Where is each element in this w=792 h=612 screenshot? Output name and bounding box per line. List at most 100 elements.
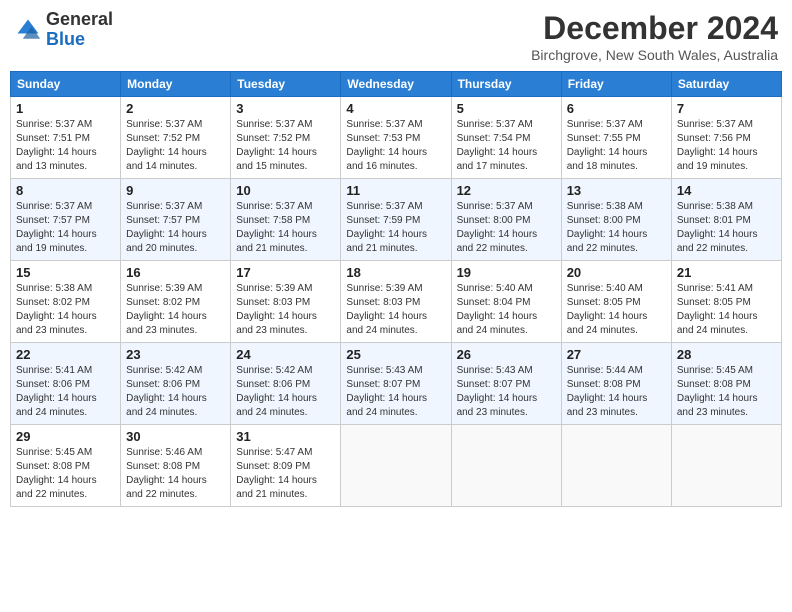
day-number: 23: [126, 347, 225, 362]
day-number: 24: [236, 347, 335, 362]
calendar-cell: 17 Sunrise: 5:39 AM Sunset: 8:03 PM Dayli…: [231, 261, 341, 343]
calendar-cell: [671, 425, 781, 507]
day-info: Sunrise: 5:42 AM Sunset: 8:06 PM Dayligh…: [236, 364, 335, 420]
day-info: Sunrise: 5:45 AM Sunset: 8:08 PM Dayligh…: [677, 364, 776, 420]
calendar-week-4: 22Sunrise: 5:41 AM Sunset: 8:06 PM Dayli…: [11, 343, 782, 425]
day-info: Sunrise: 5:43 AM Sunset: 8:07 PM Dayligh…: [457, 364, 556, 420]
day-number: 3: [236, 101, 335, 116]
day-number: 2: [126, 101, 225, 116]
day-info: Sunrise: 5:41 AM Sunset: 8:05 PM Dayligh…: [677, 282, 776, 338]
day-info: Sunrise: 5:44 AM Sunset: 8:08 PM Dayligh…: [567, 364, 666, 420]
weekday-friday: Friday: [561, 72, 671, 97]
weekday-sunday: Sunday: [11, 72, 121, 97]
day-number: 15: [16, 265, 115, 280]
calendar-cell: 13Sunrise: 5:38 AM Sunset: 8:00 PM Dayli…: [561, 179, 671, 261]
title-block: December 2024 Birchgrove, New South Wale…: [531, 10, 778, 63]
day-number: 10: [236, 183, 335, 198]
day-number: 1: [16, 101, 115, 116]
day-number: 12: [457, 183, 556, 198]
day-info: Sunrise: 5:37 AM Sunset: 7:52 PM Dayligh…: [126, 118, 225, 174]
day-number: 31: [236, 429, 335, 444]
calendar-cell: 12 Sunrise: 5:37 AM Sunset: 8:00 PM Dayli…: [451, 179, 561, 261]
day-info: Sunrise: 5:38 AM Sunset: 8:00 PM Dayligh…: [567, 200, 666, 256]
day-info: Sunrise: 5:37 AM Sunset: 7:52 PM Dayligh…: [236, 118, 335, 174]
logo-general: General: [46, 9, 113, 29]
day-info: Sunrise: 5:47 AM Sunset: 8:09 PM Dayligh…: [236, 446, 335, 502]
calendar-cell: 31 Sunrise: 5:47 AM Sunset: 8:09 PM Dayli…: [231, 425, 341, 507]
calendar-cell: 7Sunrise: 5:37 AM Sunset: 7:56 PM Daylig…: [671, 97, 781, 179]
weekday-wednesday: Wednesday: [341, 72, 451, 97]
day-info: Sunrise: 5:37 AM Sunset: 7:55 PM Dayligh…: [567, 118, 666, 174]
weekday-thursday: Thursday: [451, 72, 561, 97]
calendar-week-3: 15 Sunrise: 5:38 AM Sunset: 8:02 PM Dayli…: [11, 261, 782, 343]
day-number: 11: [346, 183, 445, 198]
calendar-cell: 24 Sunrise: 5:42 AM Sunset: 8:06 PM Dayli…: [231, 343, 341, 425]
page-header: General Blue December 2024 Birchgrove, N…: [10, 10, 782, 63]
day-number: 6: [567, 101, 666, 116]
calendar-cell: 26Sunrise: 5:43 AM Sunset: 8:07 PM Dayli…: [451, 343, 561, 425]
day-info: Sunrise: 5:37 AM Sunset: 7:58 PM Dayligh…: [236, 200, 335, 256]
day-info: Sunrise: 5:38 AM Sunset: 8:01 PM Dayligh…: [677, 200, 776, 256]
calendar-cell: 28 Sunrise: 5:45 AM Sunset: 8:08 PM Dayli…: [671, 343, 781, 425]
weekday-tuesday: Tuesday: [231, 72, 341, 97]
calendar-cell: 10 Sunrise: 5:37 AM Sunset: 7:58 PM Dayli…: [231, 179, 341, 261]
day-info: Sunrise: 5:41 AM Sunset: 8:06 PM Dayligh…: [16, 364, 115, 420]
day-number: 16: [126, 265, 225, 280]
location: Birchgrove, New South Wales, Australia: [531, 47, 778, 63]
day-info: Sunrise: 5:38 AM Sunset: 8:02 PM Dayligh…: [16, 282, 115, 338]
day-number: 5: [457, 101, 556, 116]
calendar-cell: 9Sunrise: 5:37 AM Sunset: 7:57 PM Daylig…: [121, 179, 231, 261]
calendar-cell: 3 Sunrise: 5:37 AM Sunset: 7:52 PM Daylig…: [231, 97, 341, 179]
day-info: Sunrise: 5:45 AM Sunset: 8:08 PM Dayligh…: [16, 446, 115, 502]
day-number: 25: [346, 347, 445, 362]
logo: General Blue: [14, 10, 113, 50]
day-info: Sunrise: 5:39 AM Sunset: 8:03 PM Dayligh…: [236, 282, 335, 338]
day-number: 28: [677, 347, 776, 362]
calendar-cell: [451, 425, 561, 507]
day-info: Sunrise: 5:46 AM Sunset: 8:08 PM Dayligh…: [126, 446, 225, 502]
day-number: 30: [126, 429, 225, 444]
day-number: 27: [567, 347, 666, 362]
day-info: Sunrise: 5:42 AM Sunset: 8:06 PM Dayligh…: [126, 364, 225, 420]
day-info: Sunrise: 5:39 AM Sunset: 8:03 PM Dayligh…: [346, 282, 445, 338]
logo-blue: Blue: [46, 29, 85, 49]
calendar-cell: 30 Sunrise: 5:46 AM Sunset: 8:08 PM Dayli…: [121, 425, 231, 507]
day-number: 17: [236, 265, 335, 280]
calendar-cell: 5 Sunrise: 5:37 AM Sunset: 7:54 PM Daylig…: [451, 97, 561, 179]
day-number: 18: [346, 265, 445, 280]
calendar-cell: 4 Sunrise: 5:37 AM Sunset: 7:53 PM Daylig…: [341, 97, 451, 179]
day-info: Sunrise: 5:37 AM Sunset: 7:59 PM Dayligh…: [346, 200, 445, 256]
calendar-cell: 18 Sunrise: 5:39 AM Sunset: 8:03 PM Dayli…: [341, 261, 451, 343]
weekday-header-row: SundayMondayTuesdayWednesdayThursdayFrid…: [11, 72, 782, 97]
calendar-cell: 1Sunrise: 5:37 AM Sunset: 7:51 PM Daylig…: [11, 97, 121, 179]
calendar-cell: 15 Sunrise: 5:38 AM Sunset: 8:02 PM Dayli…: [11, 261, 121, 343]
calendar-cell: 29Sunrise: 5:45 AM Sunset: 8:08 PM Dayli…: [11, 425, 121, 507]
calendar-cell: 21Sunrise: 5:41 AM Sunset: 8:05 PM Dayli…: [671, 261, 781, 343]
day-info: Sunrise: 5:37 AM Sunset: 7:56 PM Dayligh…: [677, 118, 776, 174]
calendar-week-5: 29Sunrise: 5:45 AM Sunset: 8:08 PM Dayli…: [11, 425, 782, 507]
calendar-cell: 20Sunrise: 5:40 AM Sunset: 8:05 PM Dayli…: [561, 261, 671, 343]
day-number: 8: [16, 183, 115, 198]
day-info: Sunrise: 5:37 AM Sunset: 7:57 PM Dayligh…: [16, 200, 115, 256]
calendar-cell: 8 Sunrise: 5:37 AM Sunset: 7:57 PM Daylig…: [11, 179, 121, 261]
day-info: Sunrise: 5:39 AM Sunset: 8:02 PM Dayligh…: [126, 282, 225, 338]
calendar-cell: 16 Sunrise: 5:39 AM Sunset: 8:02 PM Dayli…: [121, 261, 231, 343]
day-number: 20: [567, 265, 666, 280]
day-info: Sunrise: 5:40 AM Sunset: 8:04 PM Dayligh…: [457, 282, 556, 338]
day-info: Sunrise: 5:37 AM Sunset: 7:54 PM Dayligh…: [457, 118, 556, 174]
calendar-cell: 25 Sunrise: 5:43 AM Sunset: 8:07 PM Dayli…: [341, 343, 451, 425]
day-info: Sunrise: 5:43 AM Sunset: 8:07 PM Dayligh…: [346, 364, 445, 420]
calendar-cell: 19 Sunrise: 5:40 AM Sunset: 8:04 PM Dayli…: [451, 261, 561, 343]
calendar-cell: 22Sunrise: 5:41 AM Sunset: 8:06 PM Dayli…: [11, 343, 121, 425]
day-number: 14: [677, 183, 776, 198]
day-number: 4: [346, 101, 445, 116]
weekday-saturday: Saturday: [671, 72, 781, 97]
calendar-cell: 23 Sunrise: 5:42 AM Sunset: 8:06 PM Dayli…: [121, 343, 231, 425]
day-info: Sunrise: 5:37 AM Sunset: 8:00 PM Dayligh…: [457, 200, 556, 256]
day-number: 19: [457, 265, 556, 280]
calendar-cell: 6 Sunrise: 5:37 AM Sunset: 7:55 PM Daylig…: [561, 97, 671, 179]
calendar-table: SundayMondayTuesdayWednesdayThursdayFrid…: [10, 71, 782, 507]
weekday-monday: Monday: [121, 72, 231, 97]
calendar-body: 1Sunrise: 5:37 AM Sunset: 7:51 PM Daylig…: [11, 97, 782, 507]
day-info: Sunrise: 5:37 AM Sunset: 7:53 PM Dayligh…: [346, 118, 445, 174]
